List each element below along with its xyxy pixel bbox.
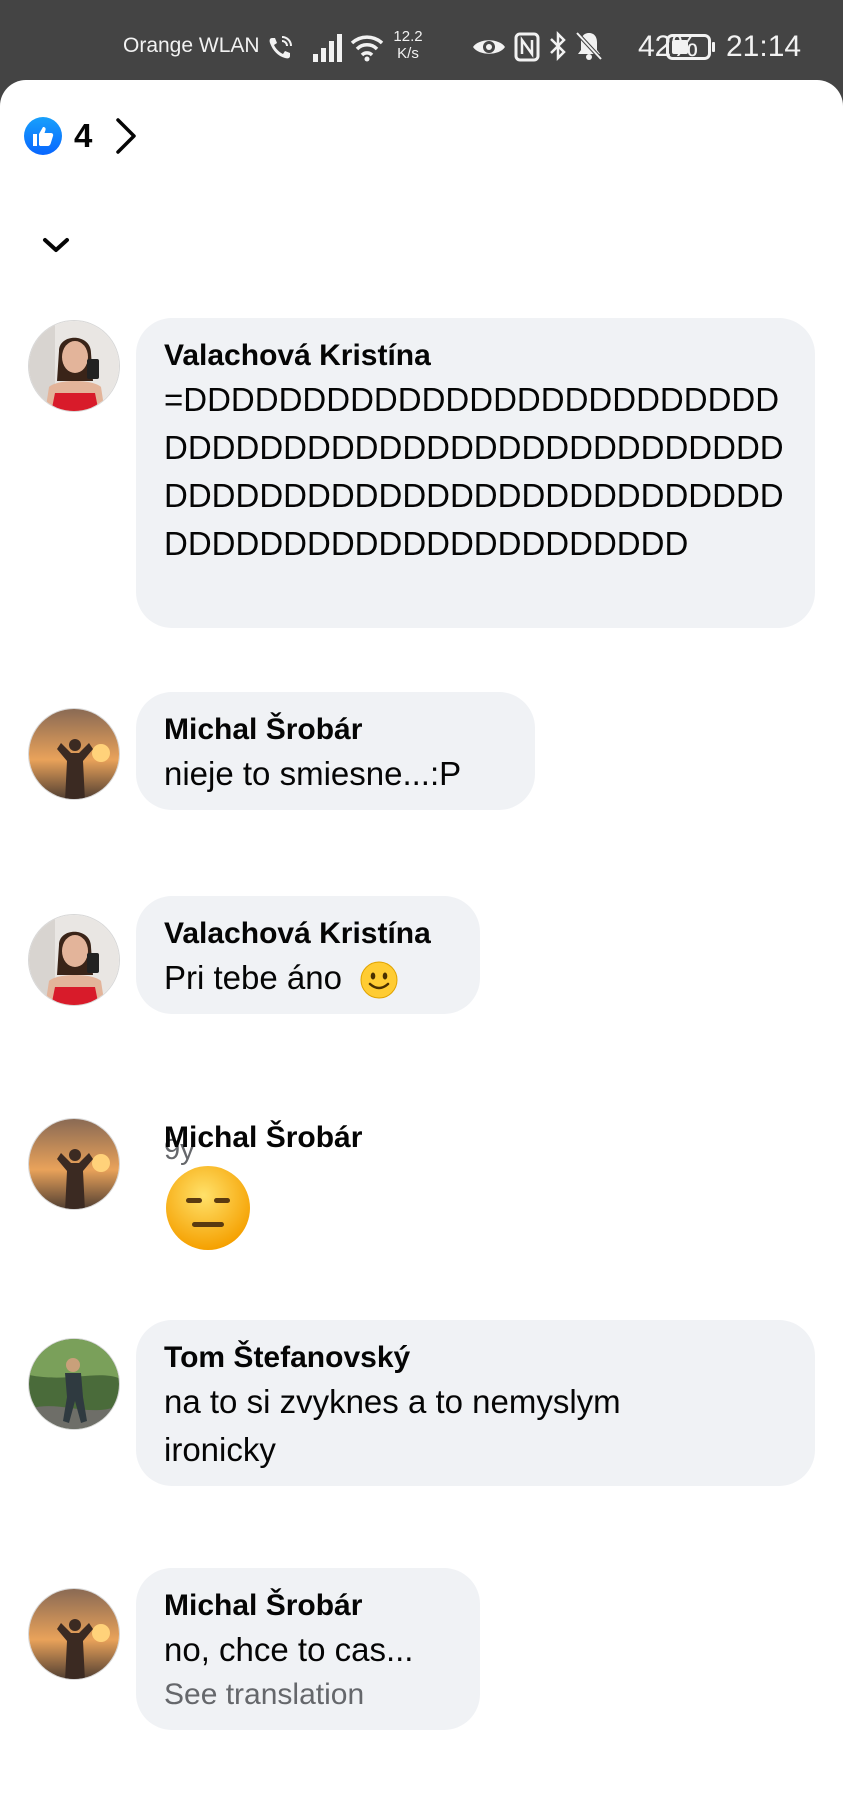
comment-author[interactable]: Michal Šrobár <box>164 1586 452 1626</box>
comment-text: =DDDDDDDDDDDDDDDDDDDDDDDDDDDDDDDDDDDDDDD… <box>164 381 784 562</box>
chevron-right-icon[interactable] <box>114 116 138 156</box>
comment-bubble[interactable]: Tom Štefanovský na to si zvyknes a to ne… <box>136 1320 815 1486</box>
comment-author[interactable]: Valachová Kristína <box>164 914 452 954</box>
chevron-down-icon[interactable] <box>42 236 70 254</box>
eye-icon <box>473 40 505 54</box>
comment-text: nieje to smiesne...:P <box>164 755 462 792</box>
comment-text: Pri tebe áno <box>164 959 342 996</box>
wifi-calling-icon <box>269 36 292 59</box>
network-speed: 12.2 K/s <box>388 28 428 62</box>
mute-bell-icon <box>575 31 603 61</box>
comment-author[interactable]: Michal Šrobár <box>164 1118 508 1158</box>
avatar[interactable] <box>28 320 120 412</box>
comments-sheet: 4 Valachová Kristína =DDDDDDDDDDDDDDDDDD… <box>0 80 843 1803</box>
avatar[interactable] <box>28 1588 120 1680</box>
see-translation-link[interactable]: See translation <box>164 1674 452 1716</box>
nfc-icon <box>514 32 540 62</box>
like-reaction-icon <box>24 117 62 155</box>
speed-unit: K/s <box>397 45 419 62</box>
wifi-icon <box>350 35 384 62</box>
avatar[interactable] <box>28 1338 120 1430</box>
comment-bubble[interactable]: Michal Šrobár nieje to smiesne...:P <box>136 692 535 810</box>
comment-author[interactable]: Valachová Kristína <box>164 336 787 376</box>
signal-icon <box>313 34 342 62</box>
battery-icon <box>666 34 715 60</box>
comment-author[interactable]: Tom Štefanovský <box>164 1338 787 1378</box>
status-bar: Orange WLAN 12.2 K/s 42% 21:14 <box>0 0 843 80</box>
avatar[interactable] <box>28 1118 120 1210</box>
comment-bubble[interactable]: Michal Šrobár no, chce to cas... See tra… <box>136 1568 480 1730</box>
speed-value: 12.2 <box>393 28 423 45</box>
comment-text: na to si zvyknes a to nemyslym ironicky <box>164 1383 621 1468</box>
clock: 21:14 <box>726 30 802 63</box>
comment-author[interactable]: Michal Šrobár <box>164 710 507 750</box>
carrier-label: Orange WLAN <box>123 34 260 57</box>
bluetooth-icon <box>550 30 566 62</box>
avatar[interactable] <box>28 914 120 1006</box>
like-count: 4 <box>74 117 93 154</box>
reactions-summary[interactable]: 4 <box>24 114 138 158</box>
comment-text: no, chce to cas... <box>164 1631 414 1668</box>
smile-emoji-icon <box>360 961 398 999</box>
comment-bubble[interactable]: Valachová Kristína =DDDDDDDDDDDDDDDDDDDD… <box>136 318 815 628</box>
expressionless-emoji-icon <box>166 1166 250 1250</box>
comment-text-row: Pri tebe áno <box>164 954 452 1002</box>
comment-bubble[interactable]: Valachová Kristína Pri tebe áno <box>136 896 480 1014</box>
avatar[interactable] <box>28 708 120 800</box>
comment-bubble[interactable]: Michal Šrobár <box>136 1100 536 1270</box>
